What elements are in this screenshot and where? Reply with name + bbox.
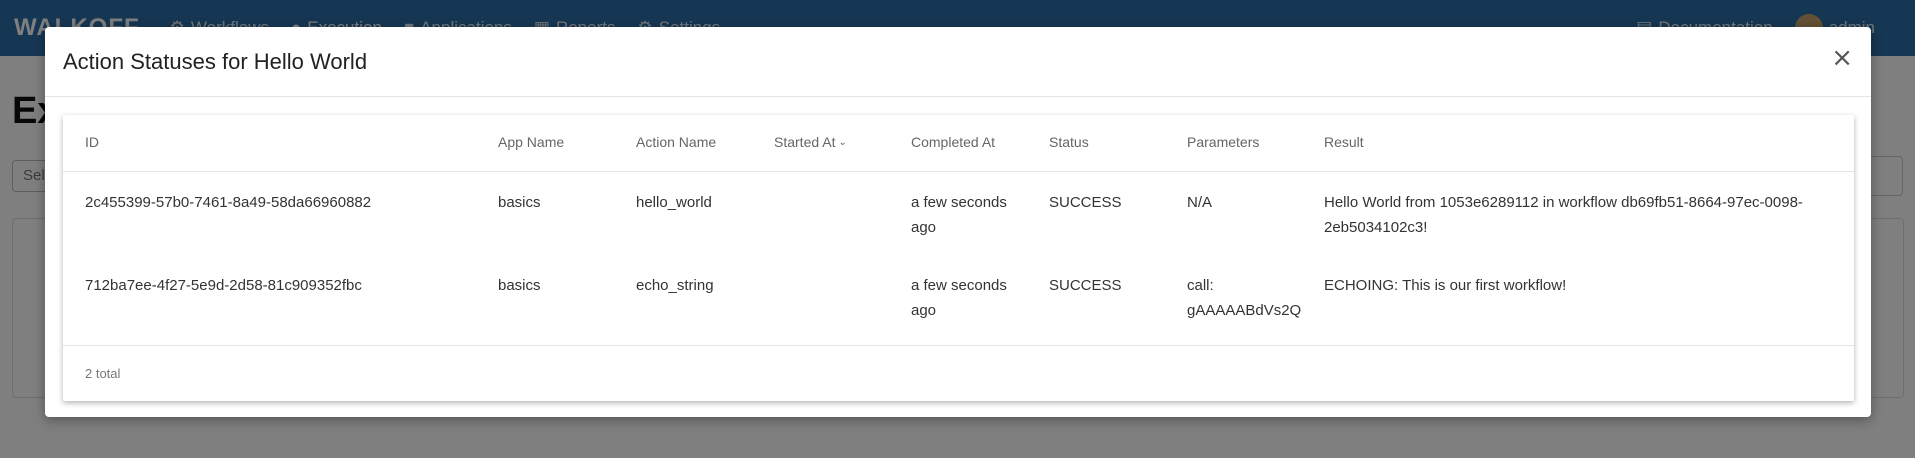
cell-completed-at: a few seconds ago [911, 277, 1007, 319]
column-status[interactable]: Status [1049, 134, 1089, 150]
column-started-at[interactable]: Started At ⌄ [774, 134, 847, 150]
total-count: 2 total [85, 366, 121, 381]
cell-result: Hello World from 1053e6289112 in workflo… [1324, 194, 1803, 236]
table-header: ID App Name Action Name Started At ⌄ Comp… [63, 115, 1854, 172]
cell-status: SUCCESS [1049, 194, 1122, 211]
column-parameters[interactable]: Parameters [1187, 134, 1259, 150]
close-icon[interactable]: × [1831, 45, 1853, 71]
column-id[interactable]: ID [85, 134, 99, 150]
cell-status: SUCCESS [1049, 277, 1122, 294]
column-completed-at[interactable]: Completed At [911, 134, 995, 150]
cell-action-name: echo_string [636, 277, 714, 294]
column-app-name[interactable]: App Name [498, 134, 564, 150]
modal-title: Action Statuses for Hello World [63, 49, 368, 74]
column-action-name[interactable]: Action Name [636, 134, 716, 150]
column-started-at-label: Started At [774, 134, 836, 150]
cell-app-name: basics [498, 277, 541, 294]
cell-id: 712ba7ee-4f27-5e9d-2d58-81c909352fbc [85, 277, 362, 294]
cell-app-name: basics [498, 194, 541, 211]
modal-header: Action Statuses for Hello World × [45, 27, 1871, 97]
cell-completed-at: a few seconds ago [911, 194, 1007, 236]
column-result[interactable]: Result [1324, 134, 1364, 150]
cell-parameters: N/A [1187, 194, 1213, 211]
action-status-modal: Action Statuses for Hello World × ID App… [45, 27, 1871, 417]
cell-action-name: hello_world [636, 194, 712, 211]
sort-chevron-down-icon: ⌄ [838, 136, 847, 148]
table-row: 2c455399-57b0-7461-8a49-58da66960882 bas… [63, 172, 1854, 255]
cell-result: ECHOING: This is our first workflow! [1324, 277, 1567, 294]
action-status-table: ID App Name Action Name Started At ⌄ Comp… [63, 115, 1854, 401]
table-row: 712ba7ee-4f27-5e9d-2d58-81c909352fbc bas… [63, 255, 1854, 343]
table-footer: 2 total [63, 345, 1854, 401]
cell-parameters: call: gAAAAABdVs2Q [1187, 277, 1302, 319]
cell-id: 2c455399-57b0-7461-8a49-58da66960882 [85, 194, 372, 211]
